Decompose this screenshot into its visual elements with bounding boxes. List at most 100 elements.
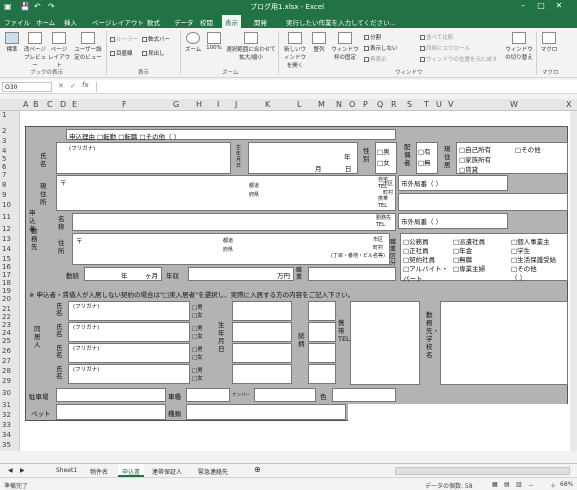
sheet-tab-4[interactable]: 連帯保証人: [152, 467, 182, 476]
column-header[interactable]: R: [391, 100, 397, 109]
close-icon[interactable]: ✕: [552, 1, 566, 13]
column-header[interactable]: T: [424, 100, 429, 109]
row-header[interactable]: 13: [2, 235, 11, 243]
gender-field[interactable]: □男 □女: [375, 142, 397, 174]
row-header[interactable]: 2: [2, 127, 6, 135]
headings-check[interactable]: 見出し: [142, 49, 165, 57]
name-box[interactable]: O30: [2, 82, 52, 92]
sync-scroll-check[interactable]: 同時にスクロール: [420, 44, 470, 52]
residents-school-field[interactable]: [440, 301, 568, 385]
row-header[interactable]: 30: [2, 389, 11, 397]
new-window-button[interactable]: 新しいウィンドウを開く: [282, 32, 308, 69]
workplace-address-field[interactable]: 〒都道 府県 市区 町村 (丁目・番地・ビル名等): [72, 233, 390, 265]
address-field[interactable]: 〒都道 府県 市区 町村: [56, 175, 396, 211]
row-header[interactable]: 14: [2, 245, 11, 253]
sheet-tab-3[interactable]: 申込書: [118, 464, 145, 477]
sheet-tab-1[interactable]: Sheet1: [56, 467, 77, 474]
row-header[interactable]: 35: [2, 441, 11, 449]
column-header[interactable]: U: [436, 100, 442, 109]
side-by-side-check[interactable]: 並べて比較: [420, 33, 453, 41]
column-header[interactable]: O: [349, 100, 355, 109]
row-header[interactable]: 31: [2, 401, 11, 409]
resident-female[interactable]: □女: [192, 332, 203, 340]
arrange-button[interactable]: 整列: [310, 32, 328, 53]
resident-relation-field[interactable]: [308, 364, 336, 384]
minimize-icon[interactable]: –: [516, 1, 530, 13]
formula-input[interactable]: [96, 82, 572, 92]
resident-female[interactable]: □女: [192, 374, 203, 382]
enter-icon[interactable]: ✓: [70, 82, 76, 90]
column-header[interactable]: C: [47, 100, 53, 109]
spouse-field[interactable]: □有 □無: [416, 142, 438, 174]
resident-male[interactable]: □男: [192, 345, 203, 353]
column-header[interactable]: S: [407, 100, 412, 109]
resident-male[interactable]: □男: [192, 303, 203, 311]
cancel-icon[interactable]: ✕: [58, 82, 64, 90]
view-break-icon[interactable]: ▥: [516, 481, 522, 488]
resident-birth-field[interactable]: [232, 322, 292, 342]
formula-bar-check[interactable]: 数式バー: [142, 35, 170, 43]
resident-relation-field[interactable]: [308, 343, 336, 363]
row-header[interactable]: 24: [2, 329, 11, 337]
reason-cell[interactable]: 申込理由 □転勤 □転職 □その他（ ）: [66, 129, 396, 141]
number-field[interactable]: [254, 388, 316, 402]
resident-female[interactable]: □女: [192, 353, 203, 361]
redo-icon[interactable]: ↷: [48, 2, 55, 11]
tab-page-layout[interactable]: ページレイアウト: [92, 17, 144, 27]
income-field[interactable]: 万円: [188, 267, 294, 281]
work-tel-field[interactable]: 市外局番（ ）: [398, 213, 508, 229]
column-header[interactable]: L: [297, 100, 301, 109]
row-header[interactable]: 4: [2, 147, 6, 155]
row-header[interactable]: 17: [2, 271, 11, 279]
car-type-field[interactable]: [186, 388, 230, 402]
column-header[interactable]: M: [318, 100, 325, 109]
hide-check[interactable]: 表示しない: [364, 44, 398, 52]
switch-window-button[interactable]: ウィンドウの切り替え: [504, 32, 534, 61]
tab-file[interactable]: ファイル: [4, 17, 30, 27]
help-prompt[interactable]: 実行したい作業を入力してください...: [286, 17, 396, 27]
sheet-tab-2[interactable]: 物件名: [90, 467, 108, 476]
column-header[interactable]: Q: [377, 100, 383, 109]
column-header[interactable]: P: [363, 100, 368, 109]
row-header[interactable]: 8: [2, 181, 6, 189]
column-header[interactable]: H: [196, 100, 202, 109]
resident-female[interactable]: □女: [192, 311, 203, 319]
zoom-100-button[interactable]: 100%: [204, 32, 224, 51]
row-header[interactable]: 18: [2, 279, 11, 287]
row-header[interactable]: 26: [2, 347, 11, 355]
column-header[interactable]: F: [122, 100, 127, 109]
residence-type-field[interactable]: □自己所有 □その他 □家族所有 □賃貸: [456, 142, 568, 174]
column-header[interactable]: X: [566, 100, 571, 109]
unhide-check[interactable]: 再表示: [364, 55, 387, 63]
reset-position-check[interactable]: ウィンドウの位置を元に戻す: [420, 55, 498, 63]
tab-review[interactable]: 校閲: [200, 17, 213, 27]
tab-view[interactable]: 表示: [222, 15, 241, 28]
prev-sheet-icon[interactable]: ◀: [8, 467, 13, 474]
column-header[interactable]: J: [235, 100, 237, 109]
column-header[interactable]: I: [217, 100, 219, 109]
pet-kind-field[interactable]: [186, 404, 346, 420]
name-field[interactable]: (フリガナ): [56, 142, 231, 174]
parking-field[interactable]: [56, 388, 166, 402]
column-header[interactable]: E: [72, 100, 77, 109]
split-check[interactable]: 分割: [364, 33, 381, 41]
resident-birth-field[interactable]: [232, 364, 292, 384]
maximize-icon[interactable]: □: [534, 1, 548, 13]
occupation-field[interactable]: [308, 267, 396, 281]
row-header[interactable]: 19: [2, 287, 11, 295]
row-header[interactable]: 11: [2, 213, 11, 221]
page-layout-button[interactable]: ページ レイアウト: [48, 32, 70, 69]
row-header[interactable]: 5: [2, 155, 6, 163]
gridlines-check[interactable]: 目盛線: [110, 49, 133, 57]
row-header[interactable]: 27: [2, 357, 11, 365]
zoom-button[interactable]: ズーム: [184, 32, 202, 53]
vertical-scrollbar[interactable]: [570, 111, 577, 451]
row-header[interactable]: 10: [2, 201, 11, 209]
resident-birth-field[interactable]: [232, 301, 292, 321]
column-header[interactable]: G: [173, 100, 179, 109]
tab-insert[interactable]: 挿入: [64, 17, 77, 27]
resident-relation-field[interactable]: [308, 322, 336, 342]
row-header[interactable]: 34: [2, 431, 11, 439]
residents-mobile-field[interactable]: [350, 301, 420, 385]
workplace-name-field[interactable]: [72, 213, 396, 231]
